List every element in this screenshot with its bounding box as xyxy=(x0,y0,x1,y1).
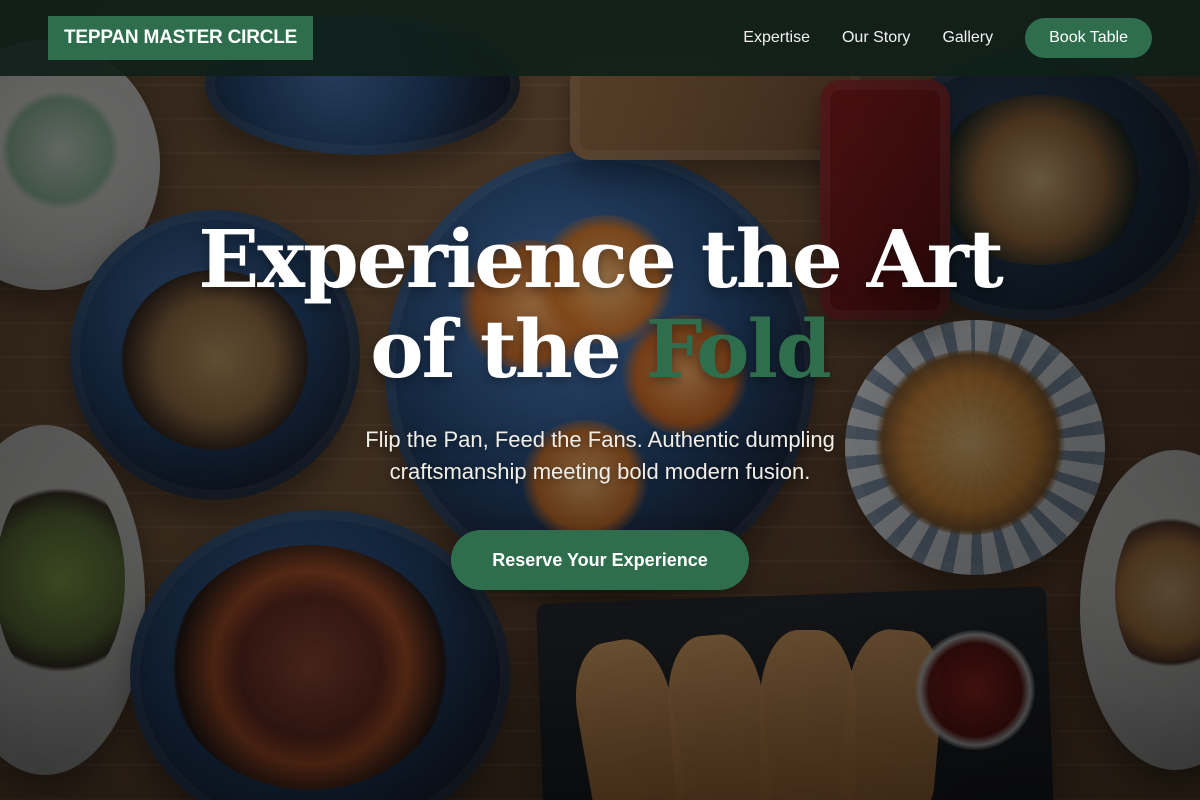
hero-headline: Experience the Art of the Fold xyxy=(0,214,1200,394)
brand-logo[interactable]: TEPPAN MASTER CIRCLE xyxy=(48,16,314,60)
reserve-experience-button[interactable]: Reserve Your Experience xyxy=(451,530,749,590)
headline-accent-word: Fold xyxy=(645,302,832,396)
headline-line-2: of the xyxy=(370,302,622,396)
hero-subtitle: Flip the Pan, Feed the Fans. Authentic d… xyxy=(365,427,835,484)
nav-link-expertise[interactable]: Expertise xyxy=(743,29,810,47)
headline-line-1: Experience the Art xyxy=(198,212,1004,306)
hero-content: Experience the Art of the Fold Flip the … xyxy=(0,0,1200,800)
nav-links: Expertise Our Story Gallery Book Table xyxy=(743,18,1152,58)
nav-link-our-story[interactable]: Our Story xyxy=(842,29,910,47)
nav-link-gallery[interactable]: Gallery xyxy=(942,29,993,47)
book-table-button[interactable]: Book Table xyxy=(1025,18,1152,58)
hero-section: TEPPAN MASTER CIRCLE Expertise Our Story… xyxy=(0,0,1200,800)
top-navigation: TEPPAN MASTER CIRCLE Expertise Our Story… xyxy=(0,0,1200,76)
